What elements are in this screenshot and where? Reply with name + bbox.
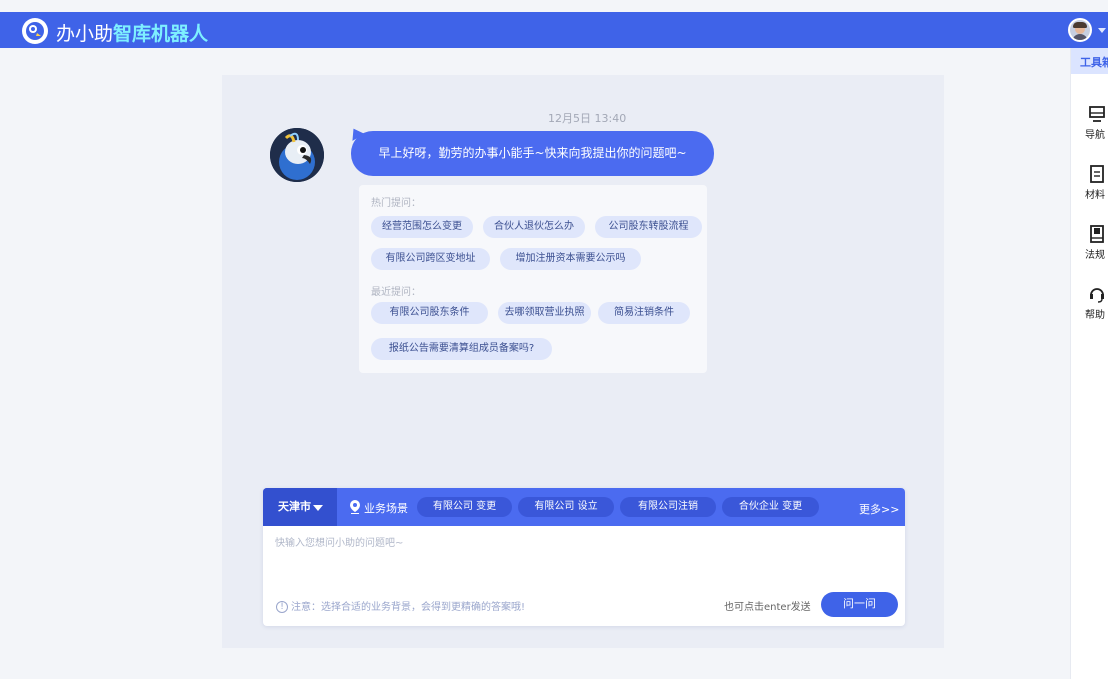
hot-question-chip[interactable]: 有限公司跨区变地址	[371, 248, 490, 270]
recent-question-chip[interactable]: 有限公司股东条件	[371, 302, 488, 324]
ask-button[interactable]: 问一问	[821, 592, 898, 617]
chevron-down-icon[interactable]	[1098, 28, 1106, 33]
notice-text: ! 注意：选择合适的业务背景，会得到更精确的答案哦!	[276, 598, 525, 613]
scene-chip[interactable]: 有限公司 设立	[518, 497, 614, 517]
toolbox-item-help[interactable]: 帮助	[1071, 284, 1108, 321]
hot-question-chip[interactable]: 公司股东转股流程	[595, 216, 702, 238]
toolbox-item-label: 材料	[1085, 190, 1105, 201]
bot-avatar	[270, 128, 324, 182]
hot-question-chip[interactable]: 增加注册资本需要公示吗	[500, 248, 641, 270]
scene-chip[interactable]: 有限公司 变更	[417, 497, 512, 517]
recent-question-chip[interactable]: 报纸公告需要清算组成员备案吗?	[371, 338, 552, 360]
hot-questions-title: 热门提问：	[371, 198, 421, 209]
toolbox-sidebar: 工具箱 导航 材料 法规 帮助	[1070, 48, 1108, 679]
scene-label: 业务场景	[364, 502, 408, 515]
message-timestamp: 12月5日 13:40	[548, 112, 627, 125]
scene-chip[interactable]: 有限公司注销	[620, 497, 716, 517]
info-icon: !	[276, 601, 288, 613]
scene-chip[interactable]: 合伙企业 变更	[722, 497, 819, 517]
caret-down-icon[interactable]	[313, 505, 323, 511]
recent-question-chip[interactable]: 去哪领取营业执照	[498, 302, 591, 324]
toolbox-item-materials[interactable]: 材料	[1071, 164, 1108, 201]
book-icon	[1090, 225, 1104, 243]
recent-questions-title: 最近提问：	[371, 287, 421, 298]
question-input[interactable]	[275, 534, 895, 584]
toolbox-title: 工具箱	[1071, 48, 1108, 74]
enter-hint: 也可点击enter发送	[724, 602, 811, 613]
hot-question-chip[interactable]: 经营范围怎么变更	[371, 216, 473, 238]
hot-question-chip[interactable]: 合伙人退伙怎么办	[483, 216, 585, 238]
brand-title: 办小助智库机器人	[56, 23, 209, 45]
monitor-icon	[1089, 106, 1105, 122]
toolbox-item-label: 帮助	[1085, 310, 1105, 321]
location-pin-icon	[350, 500, 360, 514]
toolbox-item-regulations[interactable]: 法规	[1071, 224, 1108, 261]
toolbox-item-label: 导航	[1085, 130, 1105, 141]
toolbox-item-nav[interactable]: 导航	[1071, 104, 1108, 141]
greeting-bubble: 早上好呀，勤劳的办事小能手~快来向我提出你的问题吧~	[351, 131, 714, 176]
city-selector[interactable]: 天津市	[263, 488, 337, 526]
document-icon	[1090, 165, 1104, 183]
toolbox-item-label: 法规	[1085, 250, 1105, 261]
headset-icon	[1090, 288, 1104, 303]
user-avatar[interactable]	[1068, 18, 1092, 42]
more-scenes-link[interactable]: 更多>>	[859, 501, 899, 517]
logo-icon	[22, 18, 48, 44]
top-header: 办小助智库机器人	[0, 12, 1108, 48]
recent-question-chip[interactable]: 简易注销条件	[598, 302, 690, 324]
